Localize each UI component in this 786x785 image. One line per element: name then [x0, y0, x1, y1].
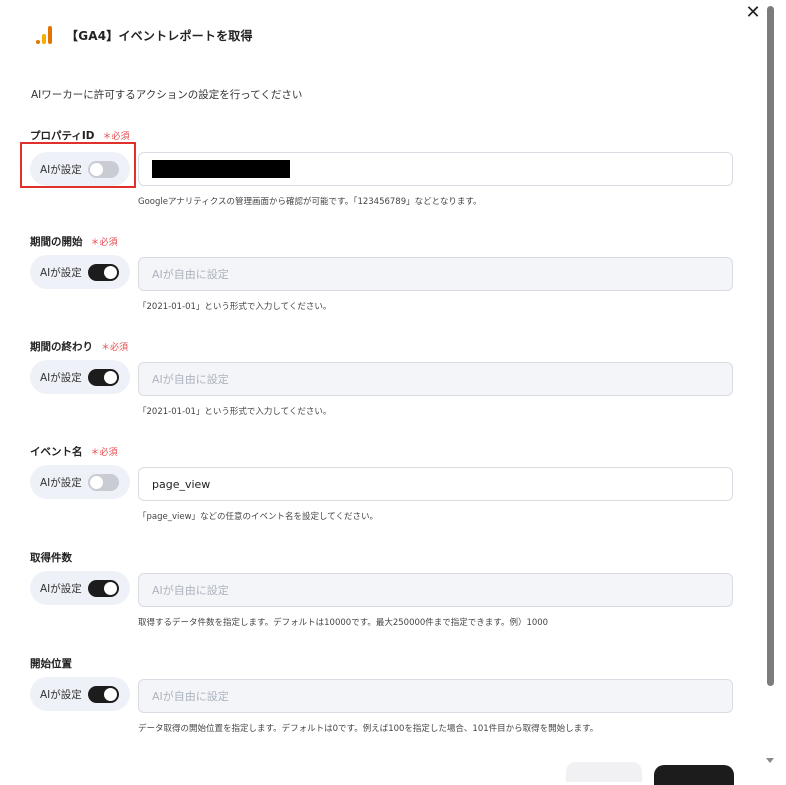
ai-toggle-end-date[interactable]: AIが設定: [30, 360, 130, 394]
ai-toggle-count[interactable]: AIが設定: [30, 571, 130, 605]
required-badge: ＊必須: [90, 237, 118, 248]
action-settings-dialog: 【GA4】イベントレポートを取得 ✕ AIワーカーに許可するアクションの設定を行…: [0, 0, 786, 785]
event-name-input[interactable]: page_view: [138, 467, 733, 501]
field-label: 取得件数: [30, 551, 72, 564]
offset-input[interactable]: AIが自由に設定: [138, 679, 733, 713]
toggle-switch[interactable]: [87, 263, 119, 281]
cancel-button[interactable]: [566, 762, 642, 782]
end-date-input[interactable]: AIが自由に設定: [138, 362, 733, 396]
scroll-down-icon[interactable]: [766, 758, 774, 763]
field-hint: 「2021-01-01」という形式で入力してください。: [138, 407, 332, 417]
toggle-switch[interactable]: [87, 368, 119, 386]
field-hint: データ取得の開始位置を指定します。デフォルトは0です。例えば100を指定した場合…: [138, 724, 599, 734]
highlight-box: [20, 142, 136, 188]
required-badge: ＊必須: [101, 342, 129, 353]
google-analytics-icon: [36, 26, 52, 44]
field-hint: 「2021-01-01」という形式で入力してください。: [138, 302, 332, 312]
count-input[interactable]: AIが自由に設定: [138, 573, 733, 607]
property-id-input[interactable]: [138, 152, 733, 186]
ai-toggle-start-date[interactable]: AIが設定: [30, 255, 130, 289]
dialog-description: AIワーカーに許可するアクションの設定を行ってください: [31, 89, 303, 101]
field-start-date: 期間の開始 ＊必須 AIが設定 AIが自由に設定 「2021-01-01」という…: [30, 233, 740, 312]
save-button[interactable]: [654, 765, 734, 785]
field-hint: 「page_view」などの任意のイベント名を設定してください。: [138, 512, 379, 522]
ai-toggle-offset[interactable]: AIが設定: [30, 677, 130, 711]
ai-toggle-event-name[interactable]: AIが設定: [30, 465, 130, 499]
toggle-switch[interactable]: [87, 473, 119, 491]
field-event-name: イベント名 ＊必須 AIが設定 page_view 「page_view」などの…: [30, 443, 740, 522]
field-end-date: 期間の終わり ＊必須 AIが設定 AIが自由に設定 「2021-01-01」とい…: [30, 338, 740, 417]
field-property-id: プロパティID ＊必須 AIが設定 Googleアナリティクスの管理画面から確認…: [30, 127, 740, 207]
required-badge: ＊必須: [102, 131, 130, 142]
field-offset: 開始位置 AIが設定 AIが自由に設定 データ取得の開始位置を指定します。デフォ…: [30, 655, 740, 734]
field-label: プロパティID: [30, 129, 95, 142]
dialog-title: 【GA4】イベントレポートを取得: [66, 28, 253, 43]
close-icon[interactable]: ✕: [744, 2, 762, 24]
scrollbar-thumb[interactable]: [767, 6, 774, 686]
field-label: 開始位置: [30, 657, 72, 670]
field-hint: 取得するデータ件数を指定します。デフォルトは10000です。最大250000件ま…: [138, 618, 549, 628]
toggle-switch[interactable]: [87, 685, 119, 703]
field-label: 期間の終わり: [30, 340, 93, 353]
start-date-input[interactable]: AIが自由に設定: [138, 257, 733, 291]
toggle-switch[interactable]: [87, 579, 119, 597]
field-count: 取得件数 AIが設定 AIが自由に設定 取得するデータ件数を指定します。デフォル…: [30, 549, 740, 628]
field-label: 期間の開始: [30, 235, 83, 248]
dialog-header: 【GA4】イベントレポートを取得: [36, 25, 253, 45]
field-hint: Googleアナリティクスの管理画面から確認が可能です。「123456789」な…: [138, 197, 482, 207]
redacted-value: [152, 160, 290, 178]
field-label: イベント名: [30, 445, 83, 458]
required-badge: ＊必須: [90, 447, 118, 458]
